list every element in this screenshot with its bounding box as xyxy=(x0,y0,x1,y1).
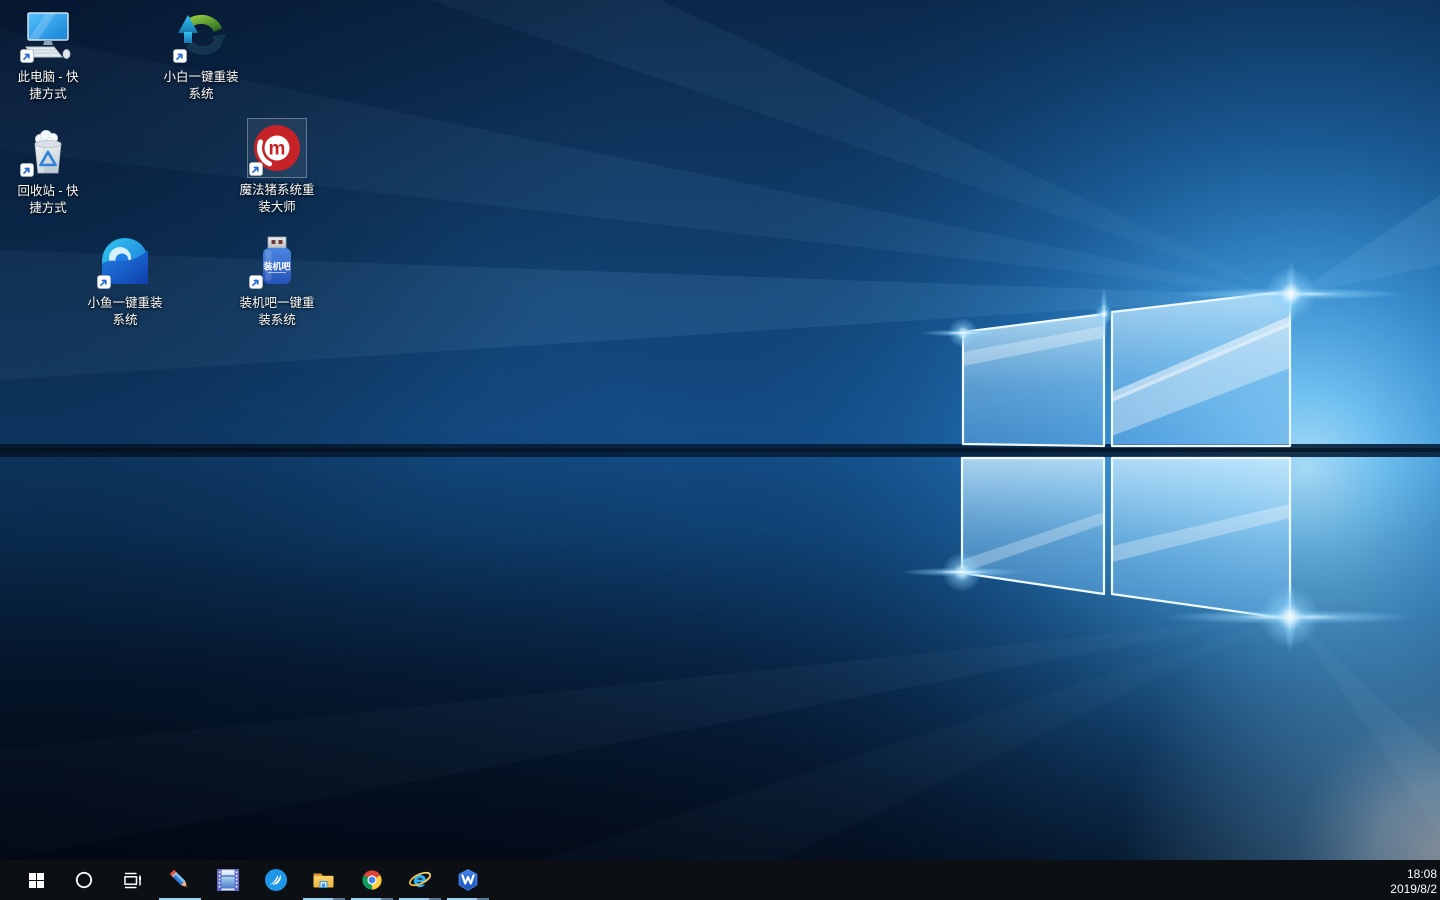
bird-wing-icon xyxy=(263,867,289,893)
shortcut-arrow-icon xyxy=(249,275,263,289)
taskbar-clock[interactable]: 18:08 2019/8/2 xyxy=(1384,860,1440,900)
svg-text:装机吧: 装机吧 xyxy=(262,261,290,272)
desktop-icon-label: 魔法猪系统重 装大师 xyxy=(239,182,314,215)
filmstrip-icon xyxy=(215,867,241,893)
clock-date: 2019/8/2 xyxy=(1390,882,1437,897)
taskbar-app-chrome[interactable] xyxy=(348,860,396,900)
search-button[interactable] xyxy=(60,860,108,900)
task-view-icon xyxy=(122,870,143,891)
taskbar-app-file-explorer[interactable] xyxy=(300,860,348,900)
shortcut-arrow-icon xyxy=(173,49,187,63)
ie-icon xyxy=(407,867,433,893)
desktop-icon-zhuangjiba[interactable]: 装机吧 装机吧一键重 装系统 xyxy=(237,232,317,328)
start-button[interactable] xyxy=(12,860,60,900)
desktop-icon-label: 此电脑 - 快 捷方式 xyxy=(17,69,78,102)
chrome-icon xyxy=(359,867,385,893)
folder-icon xyxy=(311,867,337,893)
desktop-icon-xiaoyu[interactable]: 小鱼一键重装 系统 xyxy=(85,232,165,328)
taskbar-app-ink-pencil[interactable] xyxy=(156,860,204,900)
windows-logo-icon xyxy=(28,872,45,889)
taskbar-app-ie[interactable] xyxy=(396,860,444,900)
shortcut-arrow-icon xyxy=(20,163,34,177)
search-circle-icon xyxy=(74,870,94,890)
desktop: 此电脑 - 快 捷方式 小白一键重装 xyxy=(0,0,1440,860)
desktop-icon-xiaobai[interactable]: 小白一键重装 系统 xyxy=(161,6,241,102)
shortcut-arrow-icon xyxy=(249,162,263,176)
taskbar: 18:08 2019/8/2 xyxy=(0,860,1440,900)
windows-hero-wallpaper xyxy=(0,0,1440,860)
desktop-icon-recycle-bin[interactable]: 回收站 - 快 捷方式 xyxy=(8,120,88,216)
desktop-icon-label: 回收站 - 快 捷方式 xyxy=(17,183,78,216)
clock-time: 18:08 xyxy=(1407,867,1437,882)
shortcut-arrow-icon xyxy=(20,49,34,63)
wps-hexagon-icon xyxy=(455,867,481,893)
desktop-icon-label: 小鱼一键重装 系统 xyxy=(87,295,162,328)
svg-text:m: m xyxy=(269,139,286,160)
taskbar-app-wps[interactable] xyxy=(444,860,492,900)
desktop-icon-this-pc[interactable]: 此电脑 - 快 捷方式 xyxy=(8,6,88,102)
task-view-button[interactable] xyxy=(108,860,156,900)
desktop-icon-label: 小白一键重装 系统 xyxy=(163,69,238,102)
taskbar-app-bird[interactable] xyxy=(252,860,300,900)
desktop-icon-label: 装机吧一键重 装系统 xyxy=(239,295,314,328)
pencil-icon xyxy=(167,867,193,893)
taskbar-app-video-player[interactable] xyxy=(204,860,252,900)
shortcut-arrow-icon xyxy=(97,275,111,289)
desktop-icon-mofazhu[interactable]: m 魔法猪系统重 装大师 xyxy=(237,119,317,215)
